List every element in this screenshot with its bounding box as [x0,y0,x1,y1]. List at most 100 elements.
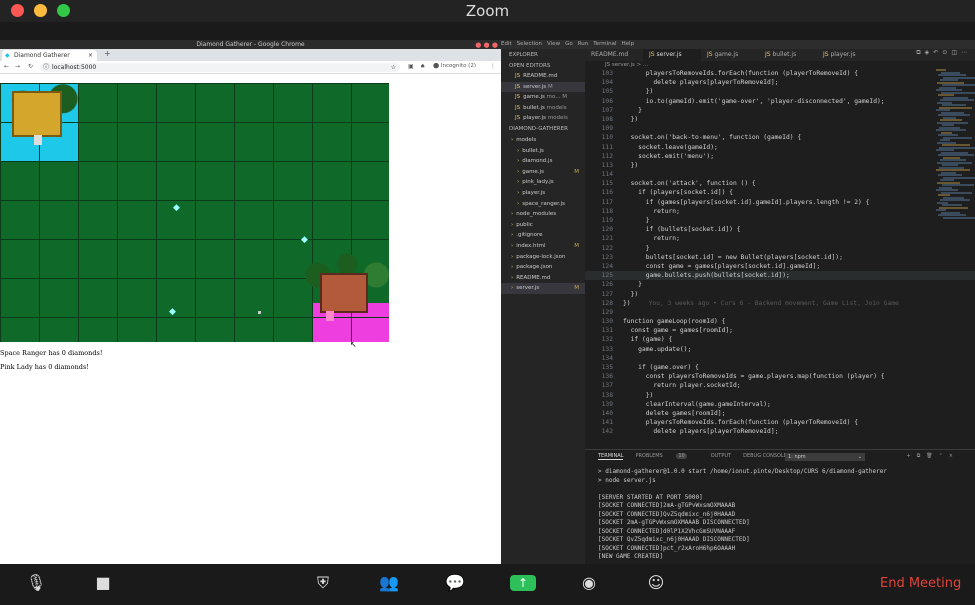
breadcrumb[interactable]: JS server.js > ... [585,61,648,69]
code-line: 107 } [585,106,975,115]
line-number: 111 [601,143,613,151]
file-tree-item[interactable]: › server.js M [501,283,585,294]
js-file-icon: JS [515,73,521,79]
code-text: return; [623,235,680,243]
panel-actions-icons[interactable]: +⧉🗑⌃× [907,450,960,462]
tab-readme[interactable]: README.md [585,49,643,61]
line-number: 126 [601,281,613,289]
file-tree-item[interactable]: › package.json [501,262,585,273]
file-tree-item[interactable]: › diamond.js [501,156,585,167]
bookmark-star-icon[interactable]: ☆ [391,63,396,72]
incognito-indicator[interactable]: ⬤ Incognito (2) [433,63,476,69]
file-name: diamond.js [522,158,553,165]
maximize-window-button[interactable] [57,4,70,17]
file-tree-item[interactable]: › game.js M [501,167,585,178]
js-file-icon: JS [649,51,657,58]
tab-debug-console[interactable]: DEBUG CONSOLE [743,453,787,459]
chrome-navbar: ← → ↻ ⓘ localhost:5000 ☆ ▣ ♠ ⬤ Incognito… [0,61,501,74]
game-canvas[interactable]: ◆ ◆ ◆ [0,83,389,342]
close-tab-icon[interactable]: × [88,50,93,61]
menu-help[interactable]: Help [622,41,635,47]
open-editor-item[interactable]: JS README.md [501,71,585,82]
code-text: }) [623,115,639,123]
tab-problems[interactable]: PROBLEMS 10 [635,453,698,459]
bottom-panel: TERMINAL PROBLEMS 10 OUTPUT DEBUG CONSOLE 1… [585,449,975,564]
open-editor-item[interactable]: JS server.js M [501,81,585,93]
file-tree-item[interactable]: › node_modules [501,209,585,220]
space-ranger-score: Space Ranger has 0 diamonds! [0,349,103,357]
reload-icon[interactable]: ↻ [28,63,33,70]
new-tab-button[interactable]: + [104,49,111,58]
open-editors-header[interactable]: OPEN EDITORS [501,61,585,71]
record-icon[interactable]: ◉ [576,572,602,594]
video-camera-icon[interactable]: ■ [90,572,116,594]
tab-output[interactable]: OUTPUT [711,453,731,459]
file-tree-item[interactable]: › .gitignore [501,230,585,241]
end-meeting-button[interactable]: End Meeting [880,576,961,591]
menu-view[interactable]: View [547,41,560,47]
tab-bullet-js[interactable]: JS bullet.js [759,49,817,61]
file-tree-item[interactable]: › pink_lady.js [501,177,585,188]
forward-icon[interactable]: → [15,63,20,70]
editor-actions-icons[interactable]: ⧉◈↶⊙◫⋯ [916,49,971,57]
open-editor-item[interactable]: JS player.js models [501,113,585,124]
terminal-line: [SOCKET QvZ5qdmixc_n6j0HAAAD DISCONNECTE… [598,536,750,543]
minimize-window-button[interactable] [34,4,47,17]
minimap[interactable] [936,69,975,219]
open-editor-item[interactable]: JS bullet.js models [501,103,585,114]
mouse-cursor-icon: ↖ [350,340,357,349]
file-status: M [574,168,579,175]
participants-icon[interactable]: 👥 [376,572,402,594]
open-editor-item[interactable]: JS game.js mo... M [501,92,585,103]
reactions-icon[interactable]: ☺ [643,572,669,594]
file-name: bullet.js [523,104,545,111]
menu-edit[interactable]: Edit [501,41,512,47]
back-icon[interactable]: ← [4,63,9,70]
file-tree-item[interactable]: › package-lock.json [501,252,585,263]
extension-icon-2[interactable]: ♠ [420,63,425,70]
code-line: 110 socket.on('back-to-menu', function (… [585,133,975,142]
tab-terminal[interactable]: TERMINAL [598,453,624,460]
terminal-select[interactable]: 1: npm ⌄ [785,453,865,461]
tab-label: game.js [714,51,739,58]
share-screen-icon[interactable]: ↑ [510,575,536,591]
code-text: }) [623,391,654,399]
project-header[interactable]: DIAMOND-GATHERER [501,124,585,135]
terminal-output[interactable]: > diamond-gatherer@1.0.0 start /home/ion… [585,462,975,562]
file-tree-item[interactable]: › README.md [501,273,585,284]
file-tree-item[interactable]: › index.html M [501,241,585,252]
file-tree-item[interactable]: › models [501,135,585,146]
tab-server-js[interactable]: JS server.js [643,49,701,61]
security-shield-icon[interactable]: ⛨ [310,572,336,594]
code-line: 105 }) [585,87,975,96]
close-window-button[interactable] [11,4,24,17]
menu-selection[interactable]: Selection [517,41,542,47]
tab-player-js[interactable]: JS player.js [817,49,875,61]
chrome-tab[interactable]: ◆ Diamond Gatherer × [2,50,97,61]
code-text: delete players[playerToRemoveId]; [623,79,779,87]
address-bar[interactable]: ⓘ localhost:5000 ☆ [40,63,400,72]
code-line: 116 if (players[socket.id]) { [585,188,975,197]
chat-icon[interactable]: 💬 [442,572,468,594]
pink-lady-player [326,311,334,321]
code-text: if (games[players[socket.id].gameId].pla… [623,198,870,206]
file-tree-item[interactable]: › public [501,220,585,231]
code-line: 118 return; [585,207,975,216]
chrome-menu-icon[interactable]: ⋮ [490,63,496,70]
menu-run[interactable]: Run [578,41,589,47]
mute-microphone-icon[interactable]: 🎙 [23,572,49,594]
file-tree-item[interactable]: › space_ranger.js [501,199,585,210]
tab-game-js[interactable]: JS game.js [701,49,759,61]
code-line: 128}) You, 3 weeks ago • Curs 6 - Backend… [585,299,975,308]
diamond-icon: ◆ [169,307,176,317]
file-tree-item[interactable]: › bullet.js [501,146,585,157]
code-line: 137 return player.socketId; [585,381,975,390]
menu-terminal[interactable]: Terminal [593,41,616,47]
line-number: 118 [601,207,613,215]
code-text: const playersToRemoveIds = game.players.… [623,373,885,381]
code-line: 142 delete players[playerToRemoveId]; [585,427,975,436]
file-tree-item[interactable]: › player.js [501,188,585,199]
code-editor[interactable]: 103 playersToRemoveIds.forEach(function … [585,69,975,449]
menu-go[interactable]: Go [565,41,573,47]
extension-icon[interactable]: ▣ [408,63,414,70]
